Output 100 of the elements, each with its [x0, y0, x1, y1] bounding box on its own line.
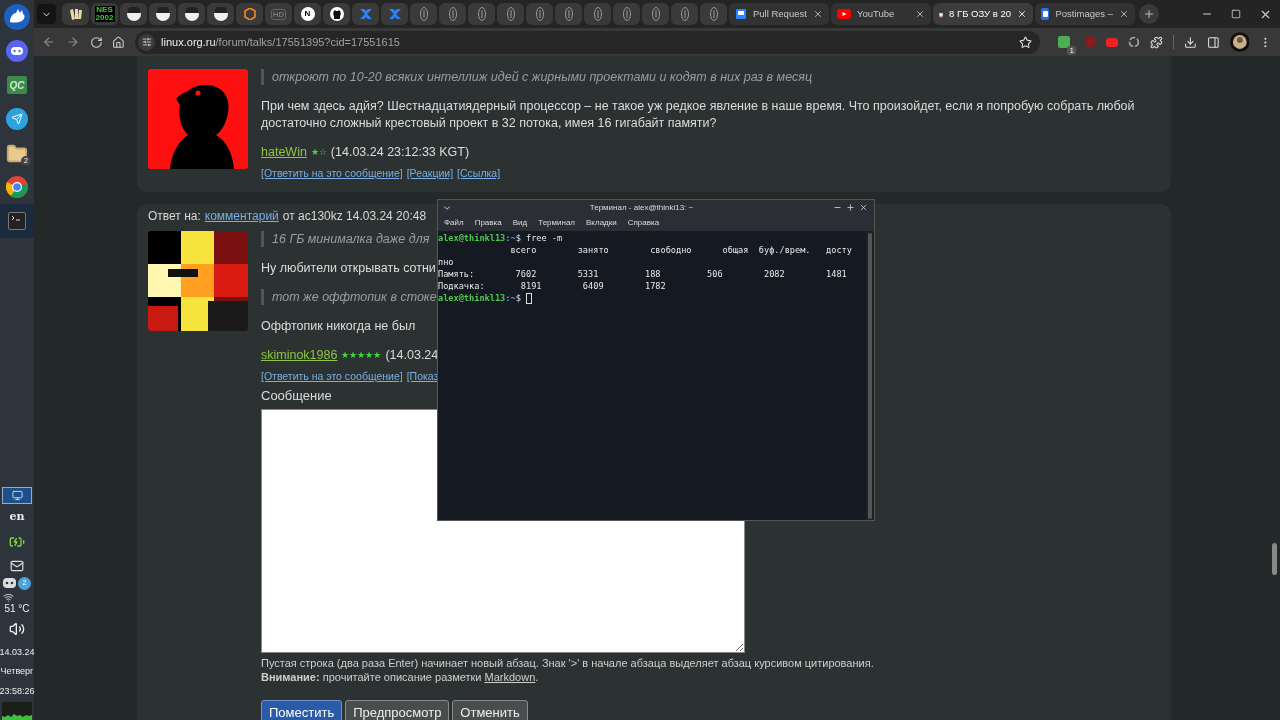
maximize-icon[interactable] [846, 203, 855, 212]
comment-date: (14.03.24 23:12:33 KGT) [330, 144, 470, 160]
home-icon[interactable] [112, 35, 126, 49]
figure-icon [448, 7, 457, 21]
menu-item[interactable]: Файл [444, 217, 464, 229]
pinned-tab[interactable] [149, 3, 176, 25]
restore-icon[interactable] [1231, 9, 1241, 19]
message-label: Сообщение [261, 389, 333, 403]
form-button[interactable]: Поместить [261, 700, 343, 720]
round-head-icon [155, 7, 170, 21]
close-icon[interactable] [1119, 9, 1129, 19]
figure-icon [709, 7, 718, 21]
close-icon[interactable] [915, 9, 925, 19]
figure-icon [564, 7, 573, 21]
pinned-tab[interactable] [207, 3, 234, 25]
comment-action-link[interactable]: [Показ [406, 369, 439, 383]
menu-item[interactable]: Вид [512, 217, 528, 229]
hexagon-icon [243, 8, 256, 20]
extensions-icon[interactable] [1150, 35, 1163, 49]
terminal-output-line: всего занято свободно общая буф./врем. досту [509, 244, 853, 256]
scrollbar-thumb[interactable] [1272, 543, 1277, 575]
close-icon[interactable] [859, 203, 868, 212]
address-field[interactable]: linux.org.ru/forum/talks/17551395?cid=17551615 [135, 30, 1040, 54]
volume-icon [9, 620, 25, 637]
figure-icon [651, 7, 660, 21]
figure-icon [506, 7, 515, 21]
figure-icon [477, 7, 486, 21]
cross-icon [358, 8, 373, 20]
qc-app-icon: QC [7, 76, 27, 94]
terminal-prompt-line: alex@thinkl13:~$ free -m [438, 232, 564, 244]
terminal-output-line: пно [438, 256, 455, 268]
download-icon[interactable] [1184, 35, 1197, 49]
clock-time: 23:58:26 [0, 684, 35, 698]
mail-icon [10, 558, 24, 573]
side-panel-icon[interactable] [1206, 35, 1220, 49]
markdown-warning-text: Внимание: прочитайте описание разметки Markdown. [261, 670, 540, 684]
menu-item[interactable]: Справка [627, 217, 660, 229]
pinned-tab[interactable] [120, 3, 147, 25]
temperature: 51 °C [4, 602, 30, 615]
terminal-output-line: Память: 7602 5331 188 506 2082 1481 [438, 268, 848, 280]
form-button[interactable]: Предпросмотр [345, 700, 450, 720]
pinned-tab[interactable] [178, 3, 205, 25]
menu-item[interactable]: Терминал [538, 217, 576, 229]
terminal-prompt-line: alex@thinkl13:~$ [438, 292, 866, 304]
comment-link[interactable]: комментарий [204, 208, 279, 224]
round-head-icon [184, 7, 199, 21]
tab-search-button[interactable] [37, 4, 56, 24]
image-host-icon [1041, 8, 1050, 20]
extension-icon[interactable] [1057, 36, 1070, 48]
round-head-icon [213, 7, 228, 21]
terminal-output-line: Подкачка: 8191 6409 1782 [438, 280, 667, 292]
comment-action-link[interactable]: [Ответить на это сообщение] [261, 166, 403, 180]
workspace-switcher[interactable] [2, 487, 32, 504]
clock-date: 14.03.24 [0, 645, 35, 659]
new-tab-button[interactable] [1139, 4, 1159, 24]
comment-text: Ну любители открывать сотни [261, 260, 436, 277]
comment-action-link[interactable]: [Реакции] [406, 166, 454, 180]
comment-action-link[interactable]: [Ссылка] [457, 166, 501, 180]
close-icon[interactable] [813, 9, 823, 19]
comment-action-link[interactable]: [Ответить на это сообщение] [261, 369, 403, 383]
pinned-tab[interactable]: N [294, 3, 321, 25]
link-extension-icon[interactable] [1105, 37, 1119, 47]
figure-icon [535, 7, 544, 21]
back-icon[interactable] [42, 35, 56, 49]
comment-date: (14.03.24 [385, 347, 439, 363]
extension-badge: 1 [1067, 46, 1076, 55]
close-icon[interactable] [1017, 9, 1027, 19]
round-head-icon [126, 7, 141, 21]
window-title: Терминал - alex@thinkl13: ~ [588, 201, 695, 214]
quote-text: 16 ГБ минималка даже для [261, 231, 430, 247]
markup-help-text: Пустая строка (два раза Enter) начинает новый абзац. Знак '>' в начале абзаца выделяет абзац курсивом цитирования. [261, 656, 874, 670]
quote-text: откроют по 10-20 всяких интеллиж идей с жирными проектами и кодят в них раз в месяц [261, 69, 813, 85]
menu-item[interactable]: Вкладки [586, 217, 617, 229]
keyboard-layout[interactable]: en [9, 509, 25, 526]
author-link[interactable]: skiminok1986 [261, 347, 338, 363]
pinned-tab[interactable] [323, 3, 350, 25]
reply-to-label: Ответ на: [148, 208, 201, 224]
pinned-tab[interactable] [62, 3, 89, 25]
figure-icon [419, 7, 428, 21]
browser-tab[interactable]: 8 ГБ ОЗУ в 20 [933, 3, 1033, 25]
figure-icon [593, 7, 602, 21]
ring-icon[interactable] [1128, 36, 1141, 48]
reload-icon[interactable] [89, 35, 103, 49]
profile-avatar[interactable] [1229, 32, 1250, 52]
pinned-tab[interactable] [236, 3, 263, 25]
repo-icon [735, 8, 747, 20]
terminal-scrollbar-thumb[interactable] [868, 233, 872, 519]
paper-plane-icon [6, 108, 28, 130]
form-button[interactable]: Отменить [452, 700, 528, 720]
bookmark-star-icon[interactable] [1018, 35, 1032, 49]
monitor-icon [11, 490, 23, 501]
browser-tab[interactable]: Postimages – [1035, 3, 1135, 25]
author-link[interactable]: hateWin [261, 144, 307, 160]
menu-item[interactable]: Правка [474, 217, 502, 229]
site-settings-icon[interactable] [141, 37, 152, 47]
forward-icon[interactable] [65, 35, 80, 49]
browser-tab[interactable]: YouTube [831, 3, 931, 25]
browser-tab[interactable]: Pull Request [729, 3, 829, 25]
wifi-icon [3, 591, 14, 603]
comment-text: Оффтопик никогда не был [261, 318, 416, 335]
